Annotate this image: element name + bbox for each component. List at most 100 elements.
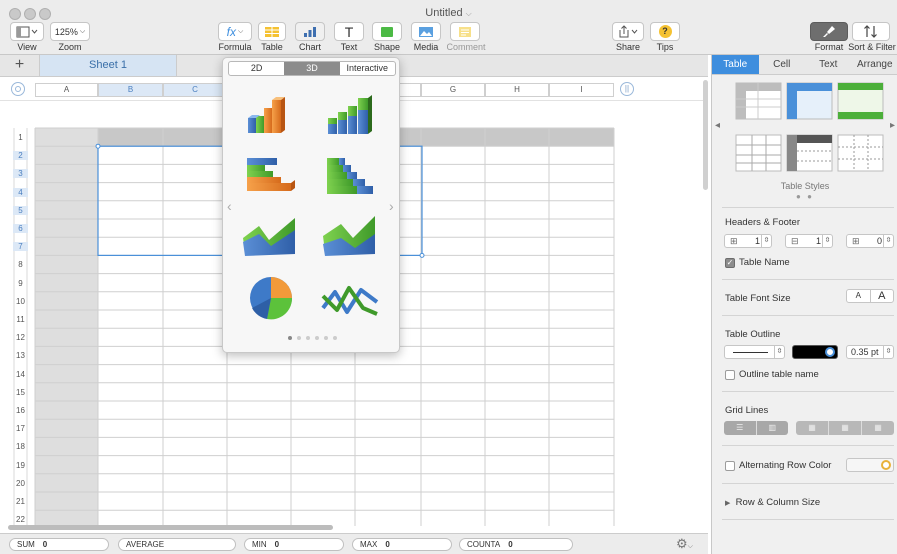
header-row-lines-icon[interactable]: ▦ xyxy=(796,421,829,435)
increase-font-button[interactable]: A xyxy=(871,290,894,302)
column-header-a[interactable]: A xyxy=(35,83,98,97)
view-button[interactable] xyxy=(10,22,44,41)
row-header-7[interactable]: 7 xyxy=(13,242,28,252)
page-dot[interactable] xyxy=(305,336,310,340)
row-header-16[interactable]: 16 xyxy=(13,406,28,415)
row-header-2[interactable]: 2 xyxy=(13,151,28,161)
horizontal-lines-icon[interactable]: ☰ xyxy=(724,421,757,435)
shape-button[interactable] xyxy=(372,22,402,41)
column-header-h[interactable]: H xyxy=(485,83,549,97)
vertical-scrollbar[interactable] xyxy=(703,80,708,190)
row-header-13[interactable]: 13 xyxy=(13,351,28,360)
3d-pie-chart-icon[interactable] xyxy=(250,277,293,320)
page-dot[interactable] xyxy=(332,336,337,340)
row-header-11[interactable]: 11 xyxy=(13,315,28,324)
sort-filter-button[interactable] xyxy=(852,22,890,41)
alternating-color-well[interactable] xyxy=(846,458,894,472)
horizontal-scrollbar[interactable] xyxy=(8,525,333,530)
max-pill[interactable]: MAX 0 xyxy=(352,538,452,551)
row-header-12[interactable]: 12 xyxy=(13,333,28,342)
table-style-thumbnails[interactable]: ◂ ▸ xyxy=(712,77,897,197)
decrease-font-button[interactable]: A xyxy=(847,290,871,302)
close-window-button[interactable] xyxy=(9,8,21,20)
vertical-lines-icon[interactable]: ▥ xyxy=(757,421,789,435)
row-header-9[interactable]: 9 xyxy=(13,279,28,288)
average-pill[interactable]: AVERAGE xyxy=(118,538,236,551)
add-sheet-button[interactable]: + xyxy=(0,55,40,76)
header-rows-stepper[interactable]: ⊞ 1 ⇳ xyxy=(724,234,772,248)
text-button[interactable]: T xyxy=(334,22,364,41)
chart-button[interactable] xyxy=(295,22,325,41)
outline-width-stepper[interactable]: 0.35 pt ⇳ xyxy=(846,345,894,359)
3d-line-chart-icon[interactable] xyxy=(321,286,379,316)
3d-stacked-area-chart-icon[interactable] xyxy=(323,216,375,256)
3d-stacked-bar-chart-icon[interactable] xyxy=(327,158,373,194)
column-header-b[interactable]: B xyxy=(98,83,163,97)
row-header-20[interactable]: 20 xyxy=(13,479,28,488)
3d-column-chart-icon[interactable] xyxy=(248,97,285,133)
column-header-i[interactable]: I xyxy=(549,83,614,97)
sheet-tab[interactable]: Sheet 1 xyxy=(40,55,177,76)
alternating-row-color-checkbox[interactable] xyxy=(725,461,735,471)
tab-cell[interactable]: Cell xyxy=(759,55,806,74)
formula-button[interactable]: fx ⌵ xyxy=(218,22,252,41)
row-header-6[interactable]: 6 xyxy=(13,224,28,233)
table-name-checkbox[interactable]: ✓ xyxy=(725,258,735,268)
header-columns-stepper[interactable]: ⊟ 1 ⇳ xyxy=(785,234,833,248)
row-header-10[interactable]: 10 xyxy=(13,297,28,306)
media-button[interactable] xyxy=(411,22,441,41)
3d-area-chart-icon[interactable] xyxy=(243,218,295,256)
row-header-18[interactable]: 18 xyxy=(13,442,28,451)
outline-color-well[interactable] xyxy=(792,345,838,359)
row-header-1[interactable]: 1 xyxy=(13,133,28,142)
select-table-handle[interactable] xyxy=(11,82,25,96)
header-column[interactable] xyxy=(35,128,98,526)
row-header-22[interactable]: 22 xyxy=(13,515,28,524)
tab-text[interactable]: Text xyxy=(805,55,852,74)
page-dot[interactable] xyxy=(287,336,292,340)
row-header-5[interactable]: 5 xyxy=(13,205,28,215)
row-header-8[interactable]: 8 xyxy=(13,260,28,269)
color-wheel-icon[interactable] xyxy=(825,347,835,357)
tips-button[interactable]: ? xyxy=(650,22,680,41)
page-dot[interactable] xyxy=(323,336,328,340)
header-column-lines-icon[interactable]: ▦ xyxy=(829,421,862,435)
row-column-size-disclosure[interactable]: ▶ Row & Column Size xyxy=(725,497,820,508)
page-dot[interactable] xyxy=(314,336,319,340)
add-column-handle[interactable]: || xyxy=(620,82,634,96)
3d-stacked-column-chart-icon[interactable] xyxy=(328,95,372,134)
footer-lines-icon[interactable]: ▦ xyxy=(862,421,894,435)
color-wheel-icon[interactable] xyxy=(881,460,891,470)
column-header-g[interactable]: G xyxy=(421,83,485,97)
zoom-window-button[interactable] xyxy=(39,8,51,20)
sum-pill[interactable]: SUM 0 xyxy=(9,538,109,551)
row-header-4[interactable]: 4 xyxy=(13,187,28,197)
zoom-select[interactable]: 125% ⌵ xyxy=(50,22,90,41)
footer-rows-stepper[interactable]: ⊞ 0 ⇳ xyxy=(846,234,894,248)
style-page-dots[interactable]: ● ● xyxy=(712,192,897,201)
format-button[interactable] xyxy=(810,22,848,41)
row-header-3[interactable]: 3 xyxy=(13,169,28,179)
document-title[interactable]: Untitled ⌵ xyxy=(380,7,517,19)
row-header-15[interactable]: 15 xyxy=(13,388,28,397)
table-button[interactable] xyxy=(258,22,286,41)
row-header-17[interactable]: 17 xyxy=(13,424,28,433)
row-header-14[interactable]: 14 xyxy=(13,370,28,379)
row-header-19[interactable]: 19 xyxy=(13,461,28,470)
table-name-label: Table Name xyxy=(739,257,790,268)
page-indicator[interactable] xyxy=(223,336,401,340)
outline-style-select[interactable]: ⇳ xyxy=(724,345,785,359)
outline-table-name-checkbox[interactable] xyxy=(725,370,735,380)
comment-button[interactable] xyxy=(450,22,480,41)
counta-pill[interactable]: COUNTA 0 xyxy=(459,538,573,551)
share-button[interactable] xyxy=(612,22,644,41)
gear-icon[interactable]: ⚙⌵ xyxy=(676,536,693,552)
tab-table[interactable]: Table xyxy=(712,55,759,74)
minimize-window-button[interactable] xyxy=(24,8,36,20)
page-dot[interactable] xyxy=(296,336,301,340)
3d-bar-chart-icon[interactable] xyxy=(247,158,295,191)
tab-arrange[interactable]: Arrange xyxy=(852,55,897,74)
row-header-21[interactable]: 21 xyxy=(13,497,28,506)
min-pill[interactable]: MIN 0 xyxy=(244,538,344,551)
column-header-c[interactable]: C xyxy=(163,83,227,97)
